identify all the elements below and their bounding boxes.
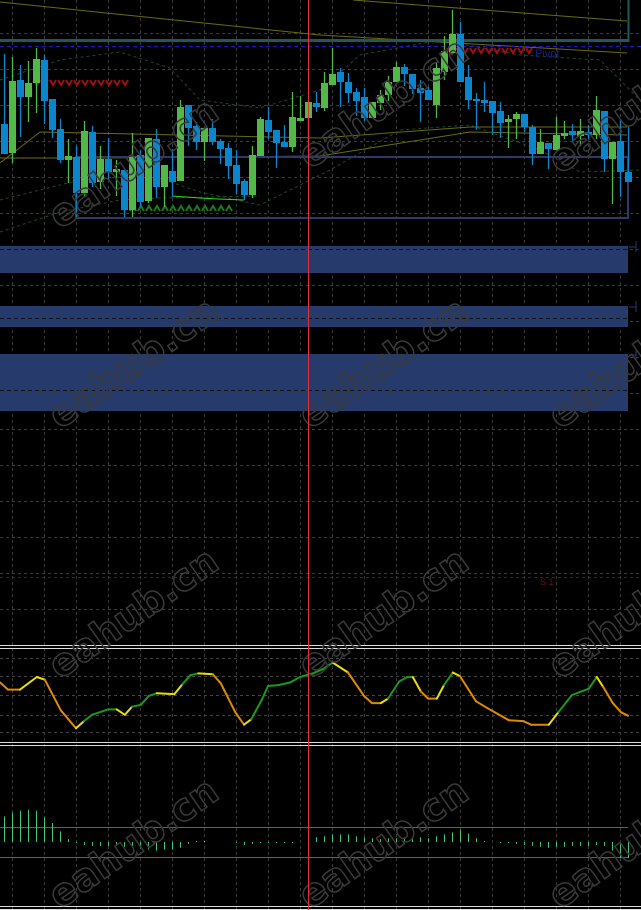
candle-body [337, 72, 344, 82]
oscillator-segment [197, 672, 214, 676]
candle-body [1, 124, 8, 154]
candle-body [9, 81, 16, 153]
price-zone [0, 246, 628, 273]
pivot-label: Pivot [535, 48, 559, 60]
candle-body [225, 148, 232, 166]
oscillator-segment [507, 719, 525, 723]
candle-body [321, 83, 328, 108]
oscillator-segment [155, 692, 176, 696]
candle-body [281, 142, 288, 147]
candle-body [481, 100, 488, 103]
candle-body [49, 99, 56, 130]
price-zone [0, 306, 628, 327]
candle-body [65, 156, 72, 160]
candle-body [57, 129, 64, 160]
candle-body [17, 80, 24, 97]
oscillator-segment [267, 684, 280, 687]
candle-body [241, 181, 248, 195]
candle-body [233, 165, 240, 184]
candle-body [529, 127, 536, 154]
candle-body [473, 99, 480, 101]
candle-body [41, 60, 48, 101]
candle-body [505, 119, 512, 122]
candle-body [313, 103, 320, 107]
candle-body [513, 114, 520, 119]
s1-label: S 1 [540, 577, 554, 587]
candle-body [617, 141, 624, 172]
trading-chart[interactable]: Pivot S 1 eahub.cn eahub.cneahub.cn eahub.… [0, 0, 641, 910]
candle-body [249, 155, 256, 195]
candle-body [33, 59, 40, 83]
candle-body [297, 118, 304, 121]
candle-body [169, 171, 176, 182]
candle-body [25, 83, 32, 97]
candle-body [521, 114, 528, 127]
candle-body [257, 119, 264, 156]
resistance-line [0, 39, 628, 42]
candle-body [489, 101, 496, 113]
candle-body [217, 141, 224, 149]
candle-body [465, 77, 472, 100]
candle-body [273, 130, 280, 143]
candle-body [329, 74, 336, 85]
candle-body [625, 172, 632, 182]
candle-body [265, 120, 272, 132]
candle-body [497, 111, 504, 123]
candle-body [345, 82, 352, 93]
